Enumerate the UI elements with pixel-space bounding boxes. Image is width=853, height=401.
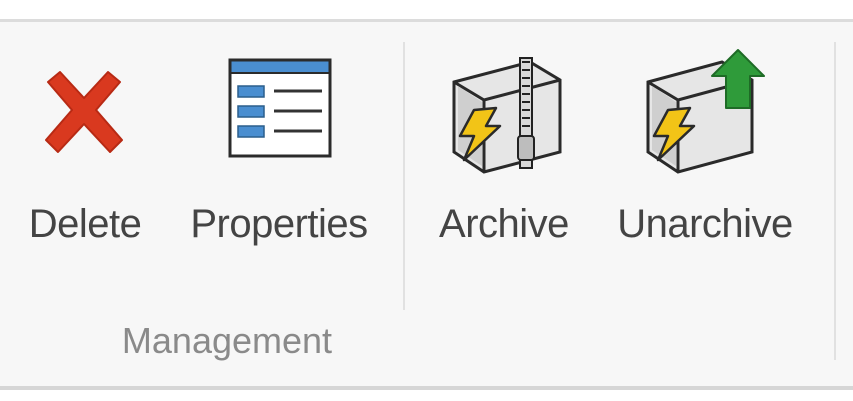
properties-button[interactable]: Properties	[168, 40, 390, 270]
archive-button-label: Archive	[439, 202, 569, 246]
group-separator-right	[834, 42, 836, 360]
delete-button[interactable]: Delete	[10, 40, 160, 270]
properties-button-label: Properties	[190, 202, 368, 246]
properties-list-icon	[228, 58, 332, 158]
delete-button-label: Delete	[28, 202, 142, 246]
delete-x-icon	[45, 71, 123, 153]
archive-button[interactable]: Archive	[418, 40, 590, 270]
management-group-label: Management	[121, 320, 333, 361]
archive-zip-icon	[452, 57, 562, 174]
unarchive-button[interactable]: Unarchive	[596, 40, 814, 270]
unarchive-button-label: Unarchive	[617, 202, 793, 246]
top-strip	[0, 0, 853, 20]
bottom-strip	[0, 390, 853, 401]
ribbon-panel: Delete Properties Archive Unarchive Mana…	[0, 0, 853, 401]
unarchive-up-arrow-icon	[646, 49, 765, 174]
ribbon-top-border	[0, 19, 853, 22]
group-separator	[403, 42, 405, 310]
